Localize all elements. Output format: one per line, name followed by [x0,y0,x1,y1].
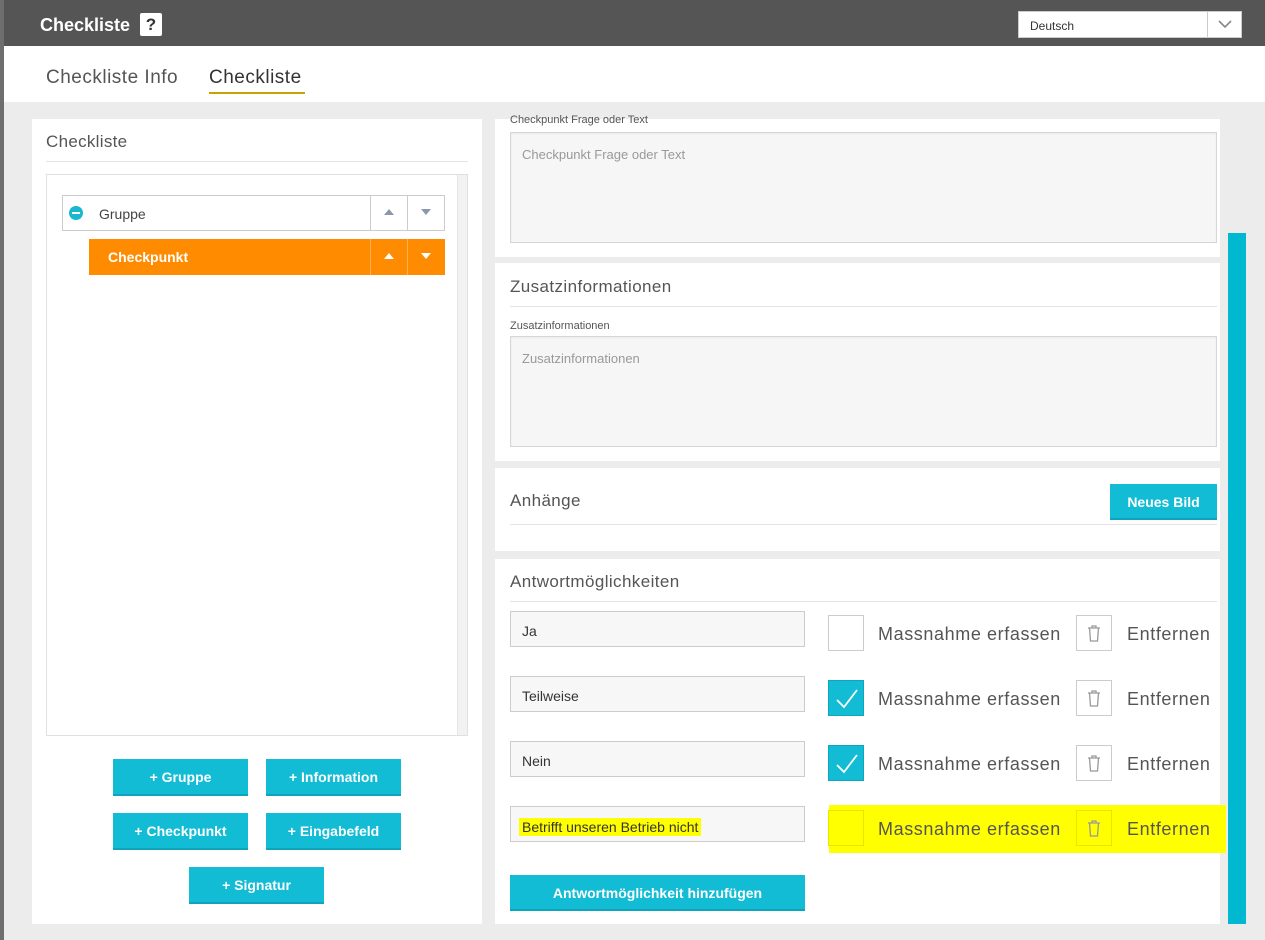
new-image-button[interactable]: Neues Bild [1110,484,1217,520]
divider [510,306,1217,307]
delete-button[interactable] [1076,615,1112,651]
add-group-button[interactable]: + Gruppe [113,759,248,796]
active-tab-indicator [209,92,305,94]
trash-icon [1088,820,1100,837]
tab-checkliste[interactable]: Checkliste [209,67,302,89]
scrollbar[interactable] [1228,233,1246,924]
additional-info-textarea[interactable]: Zusatzinformationen [510,336,1217,447]
language-select[interactable]: Deutsch [1018,11,1242,38]
add-signature-button[interactable]: + Signatur [189,867,324,904]
measure-label: Massnahme erfassen [878,754,1061,774]
answer-options-card: Antwortmöglichkeiten Ja Massnahme erfass… [495,559,1226,924]
divider [510,524,1217,525]
tab-checkliste-info[interactable]: Checkliste Info [46,67,178,89]
tree-item-checkpunkt[interactable]: Checkpunkt [89,239,445,275]
section-title: Anhänge [510,491,581,510]
tree-container: Gruppe Checkpunkt [46,174,468,736]
answer-input[interactable]: Teilweise [510,676,805,712]
divider [510,601,1217,602]
help-button[interactable]: ? [140,13,162,36]
delete-button[interactable] [1076,745,1112,781]
window-title: Checkliste [40,15,131,35]
move-down-button[interactable] [407,196,444,230]
checklist-tree-panel: Checkliste Gruppe Checkpunkt + Gruppe + … [32,119,482,924]
measure-checkbox[interactable] [828,745,864,781]
checkmark-icon [836,754,858,774]
additional-info-placeholder: Zusatzinformationen [522,351,640,366]
measure-checkbox[interactable] [828,810,864,846]
trash-icon [1088,755,1100,772]
section-title: Zusatzinformationen [510,277,672,296]
add-information-button[interactable]: + Information [266,759,401,796]
title-bar: Checkliste ? Deutsch [4,0,1265,46]
remove-label[interactable]: Entfernen [1127,754,1210,775]
add-input-field-button[interactable]: + Eingabefeld [266,813,401,850]
collapse-icon[interactable] [69,206,83,220]
answer-value: Ja [522,623,537,639]
attachments-card: Anhänge Neues Bild [495,468,1220,551]
question-field-label: Checkpunkt Frage oder Text [510,114,648,126]
measure-label: Massnahme erfassen [878,624,1061,644]
answer-value: Teilweise [522,688,579,704]
tab-bar: Checkliste Info Checkliste [4,46,1265,102]
checkpoint-detail-area: Checkpunkt Frage oder Text Checkpunkt Fr… [495,114,1253,924]
remove-label[interactable]: Entfernen [1127,624,1210,645]
language-value: Deutsch [1030,19,1075,33]
tree-item-gruppe[interactable]: Gruppe [62,195,445,231]
move-up-button[interactable] [370,239,407,275]
chevron-down-icon[interactable] [1207,12,1241,37]
question-placeholder: Checkpunkt Frage oder Text [522,147,686,162]
additional-info-card: Zusatzinformationen Zusatzinformationen … [495,263,1220,461]
delete-button[interactable] [1076,810,1112,846]
answer-input[interactable]: Nein [510,741,805,777]
additional-info-field-label: Zusatzinformationen [510,320,610,332]
measure-checkbox[interactable] [828,615,864,651]
add-checkpoint-button[interactable]: + Checkpunkt [113,813,248,850]
trash-icon [1088,625,1100,642]
answer-value: Nein [522,753,551,769]
move-down-button[interactable] [407,239,444,275]
section-title: Antwortmöglichkeiten [510,572,680,591]
measure-label: Massnahme erfassen [878,689,1061,709]
question-card: Checkpunkt Frage oder Text Checkpunkt Fr… [495,114,1220,257]
question-textarea[interactable]: Checkpunkt Frage oder Text [510,132,1217,243]
answer-input[interactable]: Ja [510,611,805,647]
tree-item-label: Checkpunkt [108,249,189,265]
move-up-button[interactable] [370,196,407,230]
divider [46,161,468,162]
checklist-dialog: Checkliste Info Checkliste Checkliste Gr… [4,46,1265,940]
delete-button[interactable] [1076,680,1112,716]
answer-value: Betrifft unseren Betrieb nicht [519,818,702,836]
measure-checkbox[interactable] [828,680,864,716]
remove-label[interactable]: Entfernen [1127,819,1210,840]
panel-title: Checkliste [46,132,128,151]
add-answer-option-button[interactable]: Antwortmöglichkeit hinzufügen [510,875,805,911]
answer-input[interactable]: Betrifft unseren Betrieb nicht [510,806,805,842]
trash-icon [1088,690,1100,707]
tree-item-label: Gruppe [99,206,146,222]
remove-label[interactable]: Entfernen [1127,689,1210,710]
measure-label: Massnahme erfassen [878,819,1061,839]
scrollbar[interactable] [457,175,467,735]
checkmark-icon [836,689,858,709]
